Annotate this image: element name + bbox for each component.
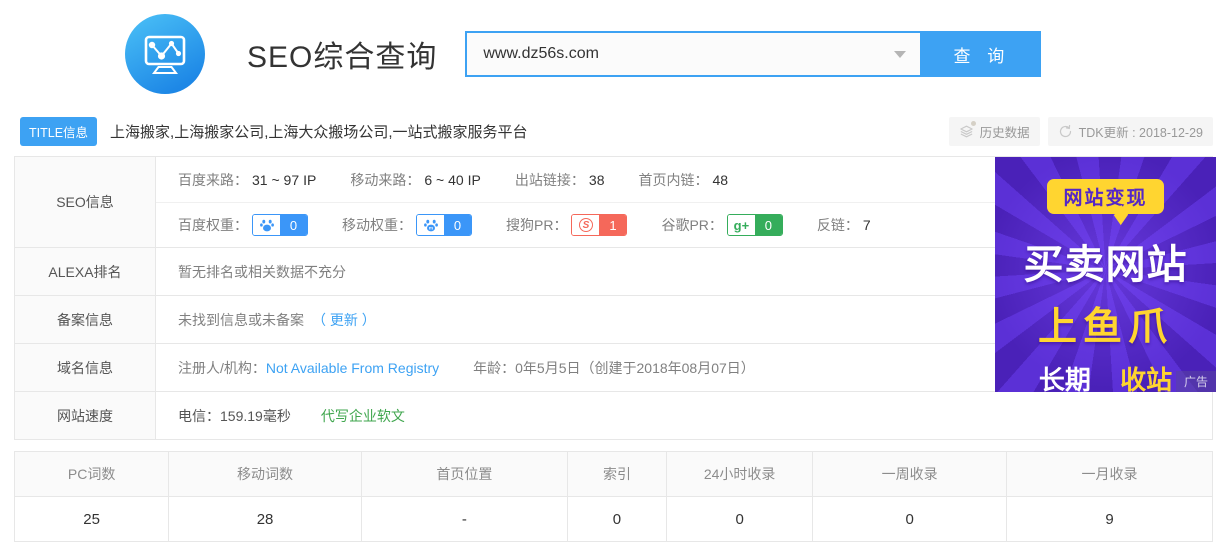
column-header: 一周收录 [812, 452, 1006, 496]
search-box [465, 31, 922, 77]
ad-banner[interactable]: 网站变现 买卖网站 上鱼爪 长期 收站 广告 [995, 157, 1216, 392]
baidu-traffic-unit: IP [303, 172, 316, 188]
soft-article-ad-link[interactable]: 代写企业软文 [321, 406, 405, 426]
baidu-paw-icon [253, 215, 280, 235]
column-header: 索引 [567, 452, 666, 496]
backlinks-label: 反链： [817, 215, 859, 235]
baidu-traffic-label: 百度来路： [178, 170, 248, 190]
history-data-button[interactable]: 历史数据 [949, 117, 1040, 146]
column-header: 首页位置 [361, 452, 567, 496]
age-value: 0年5月5日（创建于2018年08月07日） [515, 358, 755, 378]
beian-text: 未找到信息或未备案 [178, 310, 304, 330]
mobile-traffic-label: 移动来路： [350, 170, 420, 190]
keyword-stats-table: PC词数 移动词数 首页位置 索引 24小时收录 一周收录 一月收录 25 28… [14, 451, 1213, 542]
mobile-weight-value: 0 [444, 215, 471, 235]
ad-headline: 买卖网站 [1024, 232, 1188, 290]
column-header: 一月收录 [1006, 452, 1212, 496]
query-button[interactable]: 查 询 [922, 31, 1041, 77]
sogou-pr-label: 搜狗PR： [506, 215, 567, 235]
sogou-pr-badge[interactable]: S 1 [571, 214, 627, 236]
ad-tagline-left: 长期 [1039, 365, 1091, 392]
stats-value-row: 25 28 - 0 0 0 9 [15, 497, 1212, 541]
ad-tagline-right: 收站 [1120, 365, 1172, 392]
column-header: 24小时收录 [666, 452, 812, 496]
baidu-weight-badge[interactable]: 0 [252, 214, 308, 236]
search-input[interactable] [465, 31, 922, 77]
outlinks-value: 38 [589, 172, 605, 188]
tdk-update-button[interactable]: TDK更新 : 2018-12-29 [1048, 117, 1213, 146]
search-bar: 查 询 [465, 31, 1041, 77]
sogou-pr-value: 1 [599, 215, 626, 235]
stat-value: 9 [1006, 497, 1212, 541]
ad-label: 广告 [1176, 371, 1216, 392]
beian-update-link[interactable]: （ 更新 ） [312, 310, 376, 330]
row-label: ALEXA排名 [15, 248, 156, 295]
stat-value: 0 [567, 497, 666, 541]
baidu-weight-label: 百度权重： [178, 215, 248, 235]
analytics-monitor-icon [125, 14, 205, 94]
baidu-weight-value: 0 [280, 215, 307, 235]
layers-icon [959, 124, 974, 139]
mobile-weight-badge[interactable]: m 0 [416, 214, 472, 236]
ad-subheadline: 上鱼爪 [1038, 296, 1173, 352]
title-bar: TITLE信息 上海搬家,上海搬家公司,上海大众搬场公司,一站式搬家服务平台 历… [14, 118, 1213, 145]
stat-value: 0 [812, 497, 1006, 541]
outlinks-label: 出站链接： [515, 170, 585, 190]
age-label: 年龄： [473, 358, 515, 378]
row-label: 域名信息 [15, 344, 156, 391]
homelinks-value: 48 [712, 172, 728, 188]
mobile-traffic-value: 6 ~ 40 [424, 172, 463, 188]
column-header: 移动词数 [168, 452, 361, 496]
notification-dot [971, 121, 976, 126]
mobile-traffic-unit: IP [468, 172, 481, 188]
google-plus-icon: g+ [734, 218, 750, 233]
seo-query-page: SEO综合查询 查 询 TITLE信息 上海搬家,上海搬家公司,上海大众搬场公司… [0, 0, 1216, 542]
tdk-update-label: TDK更新 : 2018-12-29 [1079, 122, 1203, 141]
mobile-weight-label: 移动权重： [342, 215, 412, 235]
telecom-speed: 电信：159.19毫秒 [178, 406, 291, 426]
header: SEO综合查询 查 询 [0, 0, 1216, 100]
registrant-link[interactable]: Not Available From Registry [266, 360, 439, 376]
column-header: PC词数 [15, 452, 168, 496]
row-label: 网站速度 [15, 392, 156, 439]
ad-bubble-text: 网站变现 [1047, 179, 1163, 214]
google-pr-label: 谷歌PR： [661, 215, 722, 235]
homelinks-label: 首页内链： [638, 170, 708, 190]
stat-value: - [361, 497, 567, 541]
svg-text:m: m [428, 226, 432, 231]
page-title: SEO综合查询 [247, 32, 437, 76]
stat-value: 0 [666, 497, 812, 541]
baidu-traffic-value: 31 ~ 97 [252, 172, 299, 188]
google-pr-value: 0 [755, 215, 782, 235]
table-row-speed: 网站速度 电信：159.19毫秒 代写企业软文 [15, 391, 1212, 439]
google-pr-badge[interactable]: g+ 0 [727, 214, 783, 236]
row-label: 备案信息 [15, 296, 156, 343]
stat-value: 28 [168, 497, 361, 541]
stats-header-row: PC词数 移动词数 首页位置 索引 24小时收录 一周收录 一月收录 [15, 452, 1212, 497]
backlinks-value[interactable]: 7 [863, 217, 871, 233]
stat-value: 25 [15, 497, 168, 541]
history-data-label: 历史数据 [980, 122, 1030, 141]
alexa-text: 暂无排名或相关数据不充分 [178, 262, 346, 282]
registrant-label: 注册人/机构： [178, 358, 266, 378]
row-label: SEO信息 [15, 157, 156, 247]
chevron-down-icon[interactable] [894, 51, 906, 58]
sogou-icon: S [579, 218, 593, 232]
title-info-badge: TITLE信息 [20, 117, 97, 146]
baidu-mobile-paw-icon: m [417, 215, 444, 235]
refresh-icon [1058, 124, 1073, 139]
site-title-text: 上海搬家,上海搬家公司,上海大众搬场公司,一站式搬家服务平台 [110, 121, 941, 142]
